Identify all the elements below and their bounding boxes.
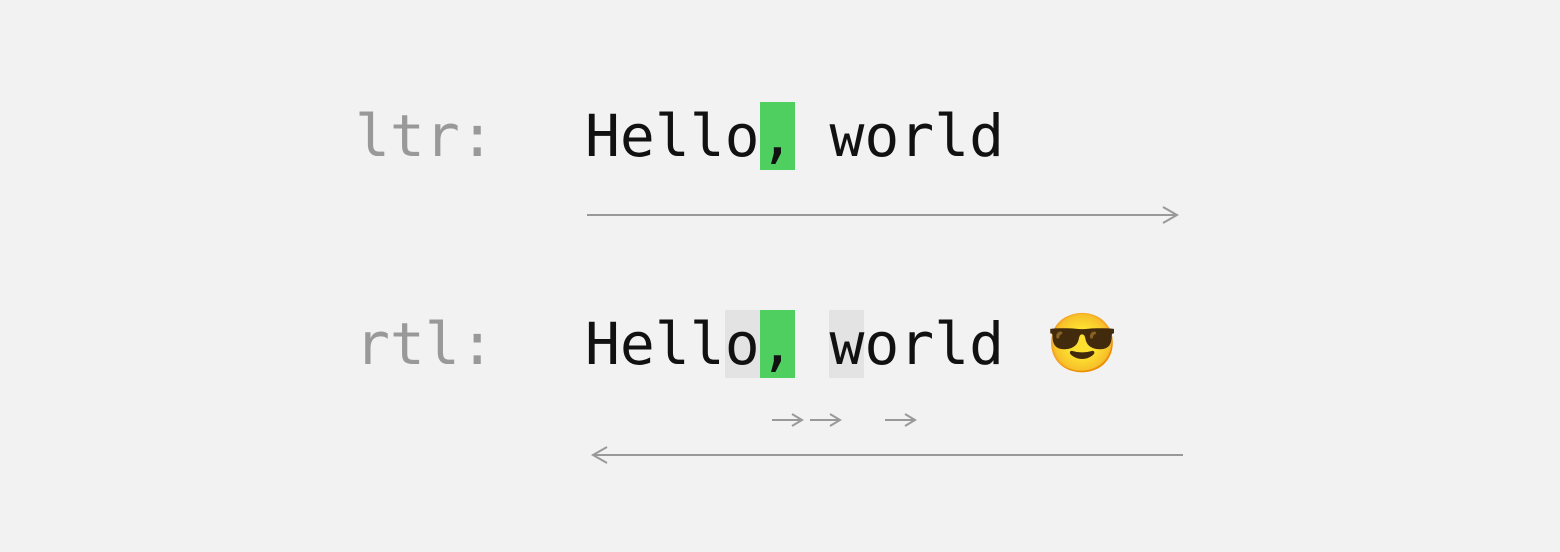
ltr-highlight-comma: ,	[760, 102, 795, 170]
rtl-char-arrows-icon	[770, 405, 950, 435]
sunglasses-emoji-icon: 😎	[1046, 310, 1118, 378]
rtl-gray-o: o	[725, 310, 760, 378]
rtl-text-hell: Hell	[585, 310, 725, 378]
rtl-content: Hello, world 😎	[585, 310, 1118, 378]
rtl-space	[795, 310, 830, 378]
ltr-text-before: Hello	[585, 102, 760, 170]
ltr-label: ltr:	[355, 102, 585, 170]
rtl-gray-w: w	[829, 310, 864, 378]
rtl-row: rtl: Hello, world 😎	[355, 310, 1118, 378]
ltr-content: Hello, world	[585, 102, 1004, 170]
rtl-label: rtl:	[355, 310, 585, 378]
rtl-highlight-comma: ,	[760, 310, 795, 378]
ltr-text-after: world	[795, 102, 1005, 170]
ltr-row: ltr: Hello, world	[355, 102, 1004, 170]
ltr-direction-arrow-icon	[585, 200, 1185, 230]
rtl-text-orld: orld	[864, 310, 1004, 378]
rtl-direction-arrow-icon	[585, 440, 1185, 470]
